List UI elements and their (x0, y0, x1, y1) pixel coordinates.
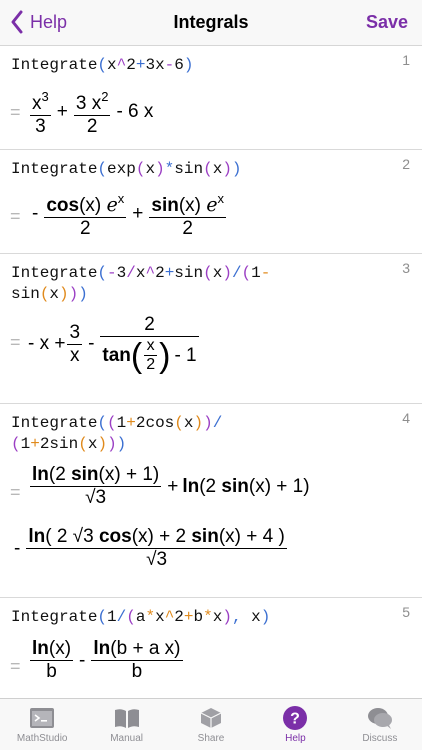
equals-sign: = (10, 206, 21, 226)
entry-number: 5 (402, 604, 410, 620)
entry-number: 1 (402, 52, 410, 68)
fraction: 2 tan( x2 ) - 1 (100, 314, 199, 375)
entry-1[interactable]: 1 Integrate(x^2+3x-6) = x3 3 + 3 x2 2 - 6 … (0, 46, 422, 150)
entry-output-line2: - ln( 2 √3 cos(x) + 2 sin(x) + 4 ) √3 (14, 526, 287, 570)
entry-input[interactable]: Integrate(-3/x^2+sin(x)/(1- sin(x))) (11, 263, 270, 305)
fraction: 3 x2 2 (73, 89, 111, 137)
tab-help[interactable]: ? Help (253, 699, 337, 750)
entry-output-line1: ln(2 sin(x) + 1) √3 + ln(2 sin(x) + 1) (30, 464, 310, 508)
tab-discuss[interactable]: Discuss (338, 699, 422, 750)
fraction: 3x (67, 321, 83, 366)
entry-4[interactable]: 4 Integrate((1+2cos(x))/ (1+2sin(x))) = … (0, 404, 422, 598)
entry-number: 4 (402, 410, 410, 426)
entry-output: - cos(x) ℯx 2 + sin(x) ℯx 2 (28, 188, 228, 240)
entry-input[interactable]: Integrate(exp(x)*sin(x)) (11, 159, 242, 180)
entry-input[interactable]: Integrate((1+2cos(x))/ (1+2sin(x))) (11, 413, 222, 455)
equals-sign: = (10, 332, 21, 352)
tab-share[interactable]: Share (169, 699, 253, 750)
svg-text:?: ? (291, 711, 301, 728)
fraction: ln( 2 √3 cos(x) + 2 sin(x) + 4 ) √3 (26, 526, 287, 570)
save-button[interactable]: Save (366, 12, 408, 33)
entry-input[interactable]: Integrate(1/(a*x^2+b*x), x) (11, 607, 270, 628)
chat-icon (366, 705, 394, 731)
help-icon: ? (281, 705, 309, 731)
page-title: Integrals (173, 12, 249, 32)
equals-sign: = (10, 656, 21, 676)
tab-label: MathStudio (16, 733, 68, 744)
fraction: sin(x) ℯx 2 (149, 191, 227, 239)
tab-label: Discuss (362, 733, 398, 744)
tab-label: Share (197, 733, 225, 744)
fraction: ln(2 sin(x) + 1) √3 (30, 464, 162, 508)
entry-output: ln(x) b - ln(b + a x) b (30, 638, 183, 682)
tab-bar: MathStudio Manual Share ? Help Discuss (0, 698, 422, 750)
tab-mathstudio[interactable]: MathStudio (0, 699, 84, 750)
entry-number: 3 (402, 260, 410, 276)
entry-2[interactable]: 2 Integrate(exp(x)*sin(x)) = - cos(x) ℯx… (0, 150, 422, 254)
tab-label: Manual (110, 733, 144, 744)
entry-number: 2 (402, 156, 410, 172)
tab-manual[interactable]: Manual (84, 699, 168, 750)
entry-input[interactable]: Integrate(x^2+3x-6) (11, 55, 194, 76)
fraction: ln(b + a x) b (91, 638, 183, 682)
fraction: x3 3 (30, 89, 51, 137)
fraction: cos(x) ℯx 2 (44, 191, 127, 239)
fraction: ln(x) b (30, 638, 74, 682)
terminal-icon (28, 705, 56, 731)
entry-output: x3 3 + 3 x2 2 - 6 x (28, 86, 157, 138)
book-icon (113, 705, 141, 731)
share-icon (197, 705, 225, 731)
entry-5[interactable]: 5 Integrate(1/(a*x^2+b*x), x) = ln(x) b -… (0, 598, 422, 698)
equals-sign: = (10, 102, 21, 122)
tab-label: Help (285, 733, 306, 744)
entry-3[interactable]: 3 Integrate(-3/x^2+sin(x)/(1- sin(x))) =… (0, 254, 422, 404)
equals-sign: = (10, 482, 21, 502)
navigation-bar: Help Integrals Save (0, 0, 422, 46)
entry-output: - x + 3x - 2 tan( x2 ) - 1 (28, 314, 199, 375)
